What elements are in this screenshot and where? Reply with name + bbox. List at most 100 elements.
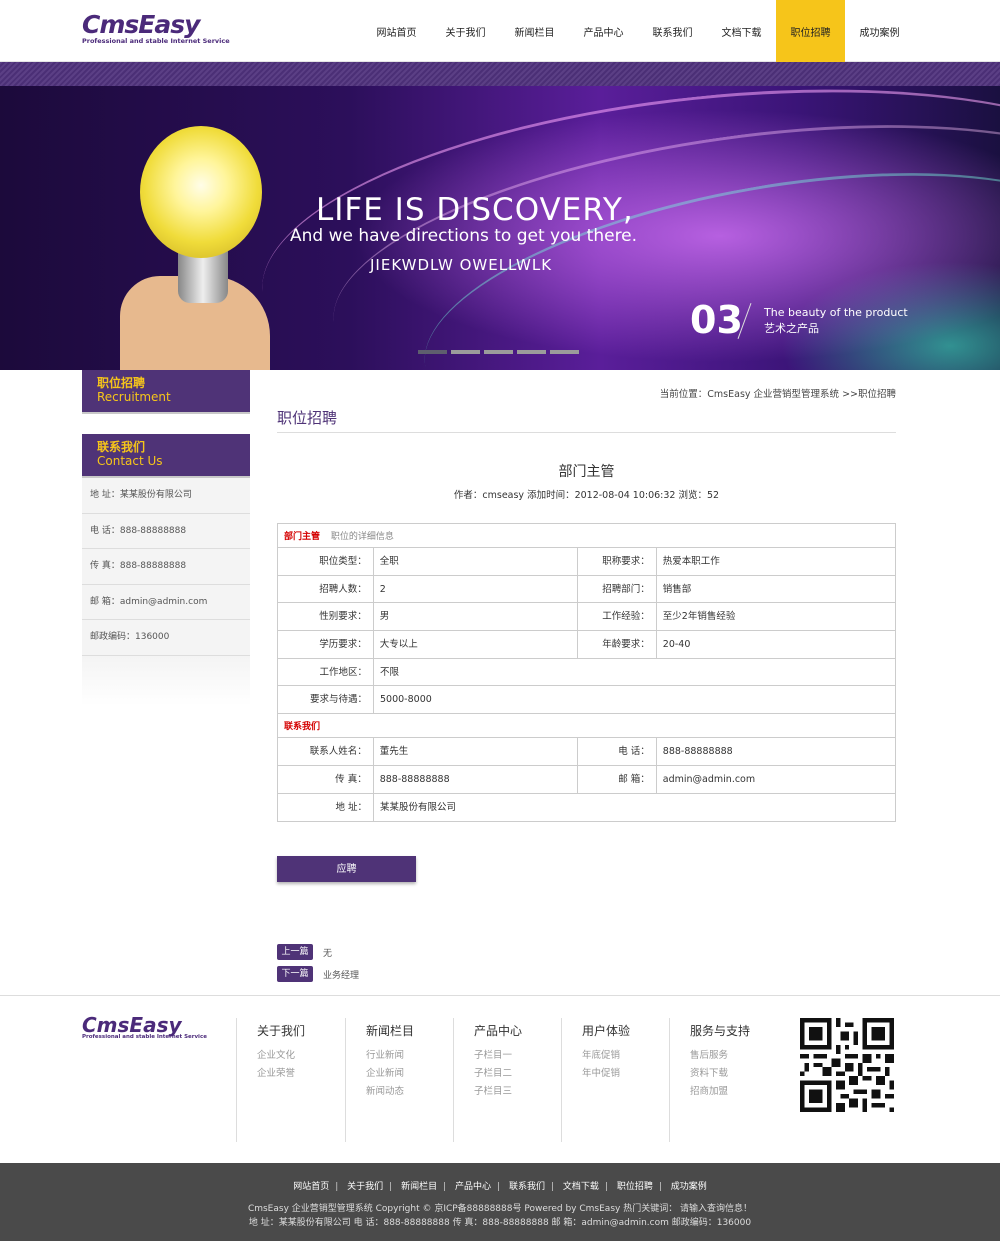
footer-link[interactable]: 子栏目二 <box>474 1065 562 1083</box>
footer-link[interactable]: 子栏目三 <box>474 1083 562 1101</box>
footer-link[interactable]: 新闻动态 <box>366 1083 454 1101</box>
prev-article-link[interactable]: 无 <box>323 946 332 959</box>
footer-column-news: 新闻栏目 行业新闻 企业新闻 新闻动态 <box>345 1018 454 1142</box>
slider-dot[interactable] <box>451 350 480 354</box>
field-label: 要求与待遇： <box>278 686 374 714</box>
nav-item-jobs[interactable]: 职位招聘 <box>776 0 845 62</box>
nav-item-products[interactable]: 产品中心 <box>569 0 638 62</box>
footer-column-title[interactable]: 关于我们 <box>257 1022 345 1039</box>
footer-nav-link[interactable]: 职位招聘 <box>617 1182 653 1192</box>
slider-dot[interactable] <box>517 350 546 354</box>
field-value: 全职 <box>374 548 579 575</box>
footer-link[interactable]: 企业新闻 <box>366 1065 454 1083</box>
table-row: 职位类型： 全职 职称要求： 热爱本职工作 <box>278 548 895 576</box>
nav-item-contact[interactable]: 联系我们 <box>638 0 707 62</box>
footer-link[interactable]: 子栏目一 <box>474 1047 562 1065</box>
footer-column-title[interactable]: 服务与支持 <box>690 1022 778 1039</box>
field-label: 传 真： <box>278 765 374 793</box>
site-header: CmsEasy Professional and stable Internet… <box>0 0 1000 62</box>
field-label: 职位类型： <box>278 548 374 575</box>
prev-article-label: 上一篇 <box>277 944 313 960</box>
sidebar-heading-cn: 联系我们 <box>97 440 146 454</box>
table-row: 要求与待遇： 5000-8000 <box>278 686 895 715</box>
footer-link[interactable]: 企业文化 <box>257 1047 345 1065</box>
table-row: 地 址： 某某股份有限公司 <box>278 793 895 822</box>
job-detail-table: 部门主管 职位的详细信息 职位类型： 全职 职称要求： 热爱本职工作 招聘人数：… <box>277 523 896 823</box>
sidebar-heading-recruitment[interactable]: 职位招聘 Recruitment <box>82 370 250 414</box>
footer-bottom: 网站首页 | 关于我们 | 新闻栏目 | 产品中心 | 联系我们 | 文档下载 | 职位招聘… <box>0 1163 1000 1241</box>
table-row: 招聘人数： 2 招聘部门： 销售部 <box>278 575 895 604</box>
nav-item-downloads[interactable]: 文档下载 <box>707 0 776 62</box>
field-value: 大专以上 <box>374 631 579 658</box>
field-value: 某某股份有限公司 <box>380 801 457 813</box>
field-value: 男 <box>374 603 579 631</box>
apply-button[interactable]: 应聘 <box>277 856 416 882</box>
footer-nav-link[interactable]: 关于我们 <box>347 1182 383 1192</box>
slide-caption-en: The beauty of the product <box>764 306 908 319</box>
footer-nav-link[interactable]: 文档下载 <box>563 1182 599 1192</box>
slider-dot[interactable] <box>550 350 579 354</box>
footer-link[interactable]: 行业新闻 <box>366 1047 454 1065</box>
footer-nav-separator: | <box>604 1182 608 1192</box>
table-row: 联系人姓名： 董先生 电 话： 888-88888888 <box>278 738 895 766</box>
header-stripe <box>0 62 1000 86</box>
footer-link[interactable]: 年中促销 <box>582 1065 670 1083</box>
field-value: 销售部 <box>662 583 692 595</box>
sidebar-contact-fax: 传 真：888-88888888 <box>82 549 250 585</box>
article-meta: 作者：cmseasy 添加时间：2012-08-04 10:06:32 浏览：5… <box>453 490 720 501</box>
table-row: 学历要求： 大专以上 年龄要求： 20-40 <box>278 631 895 659</box>
job-section-title: 部门主管 <box>284 532 321 542</box>
footer-nav-link[interactable]: 新闻栏目 <box>401 1182 437 1192</box>
job-section-header: 部门主管 职位的详细信息 <box>278 524 895 548</box>
footer-link[interactable]: 年底促销 <box>582 1047 670 1065</box>
lightbulb-image <box>140 126 262 258</box>
field-value: 不限 <box>380 666 400 678</box>
footer-nav-separator: | <box>389 1182 393 1192</box>
contact-section-header: 联系我们 <box>278 714 895 739</box>
footer-link[interactable]: 资料下载 <box>690 1065 778 1083</box>
nav-item-news[interactable]: 新闻栏目 <box>500 0 569 62</box>
footer-logo-main: CmsEasy <box>82 1013 182 1037</box>
field-label: 招聘人数： <box>278 575 374 603</box>
table-row: 传 真： 888-88888888 邮 箱： admin@admin.com <box>278 765 895 794</box>
next-article-link[interactable]: 业务经理 <box>323 968 359 981</box>
footer-nav-link[interactable]: 成功案例 <box>671 1182 707 1192</box>
hero-banner: LIFE IS DISCOVERY, And we have direction… <box>0 86 1000 370</box>
footer-column-experience: 用户体验 年底促销 年中促销 <box>561 1018 670 1142</box>
footer-nav-link[interactable]: 产品中心 <box>455 1182 491 1192</box>
footer-nav-link[interactable]: 联系我们 <box>509 1182 545 1192</box>
footer-column-title[interactable]: 用户体验 <box>582 1022 670 1039</box>
breadcrumb[interactable]: 当前位置：CmsEasy 企业营销型管理系统 >>职位招聘 <box>660 386 896 400</box>
sidebar-contact-email: 邮 箱：admin@admin.com <box>82 584 250 620</box>
footer-column-title[interactable]: 产品中心 <box>474 1022 562 1039</box>
next-article: 下一篇 业务经理 <box>277 966 359 982</box>
field-label: 学历要求： <box>278 631 374 658</box>
banner-headline: LIFE IS DISCOVERY, <box>316 192 634 228</box>
footer-link[interactable]: 招商加盟 <box>690 1083 778 1101</box>
slider-dot[interactable] <box>418 350 447 354</box>
field-label: 年龄要求： <box>578 631 657 658</box>
footer-contact-line: 地 址：某某股份有限公司 电 话：888-88888888 传 真：888-88… <box>248 1218 752 1228</box>
field-value: 888-88888888 <box>662 746 733 758</box>
nav-item-home[interactable]: 网站首页 <box>362 0 431 62</box>
slider-dot[interactable] <box>484 350 513 354</box>
field-label: 联系人姓名： <box>278 738 374 765</box>
prev-article: 上一篇 无 <box>277 944 332 960</box>
footer-nav-separator: | <box>335 1182 339 1192</box>
footer-nav-link[interactable]: 网站首页 <box>293 1182 329 1192</box>
nav-item-about[interactable]: 关于我们 <box>431 0 500 62</box>
field-value: 5000-8000 <box>380 694 432 706</box>
field-label: 地 址： <box>278 793 374 822</box>
site-logo[interactable]: CmsEasy Professional and stable Internet… <box>82 12 242 48</box>
sidebar-heading-contact[interactable]: 联系我们 Contact Us <box>82 434 250 478</box>
footer-nav: 网站首页 | 关于我们 | 新闻栏目 | 产品中心 | 联系我们 | 文档下载 | 职位招聘… <box>0 1179 1000 1192</box>
footer-link[interactable]: 企业荣誉 <box>257 1065 345 1083</box>
footer-links: CmsEasy Professional and stable Internet… <box>0 995 1000 1163</box>
footer-column-title[interactable]: 新闻栏目 <box>366 1022 454 1039</box>
nav-item-cases[interactable]: 成功案例 <box>845 0 914 62</box>
footer-copyright: CmsEasy 企业营销型管理系统 Copyright © 京ICP备88888… <box>247 1204 753 1214</box>
footer-logo[interactable]: CmsEasy Professional and stable Internet… <box>82 1013 212 1040</box>
footer-link[interactable]: 售后服务 <box>690 1047 778 1065</box>
footer-logo-sub: Professional and stable Internet Service <box>82 1034 207 1040</box>
field-label: 邮 箱： <box>578 765 657 793</box>
